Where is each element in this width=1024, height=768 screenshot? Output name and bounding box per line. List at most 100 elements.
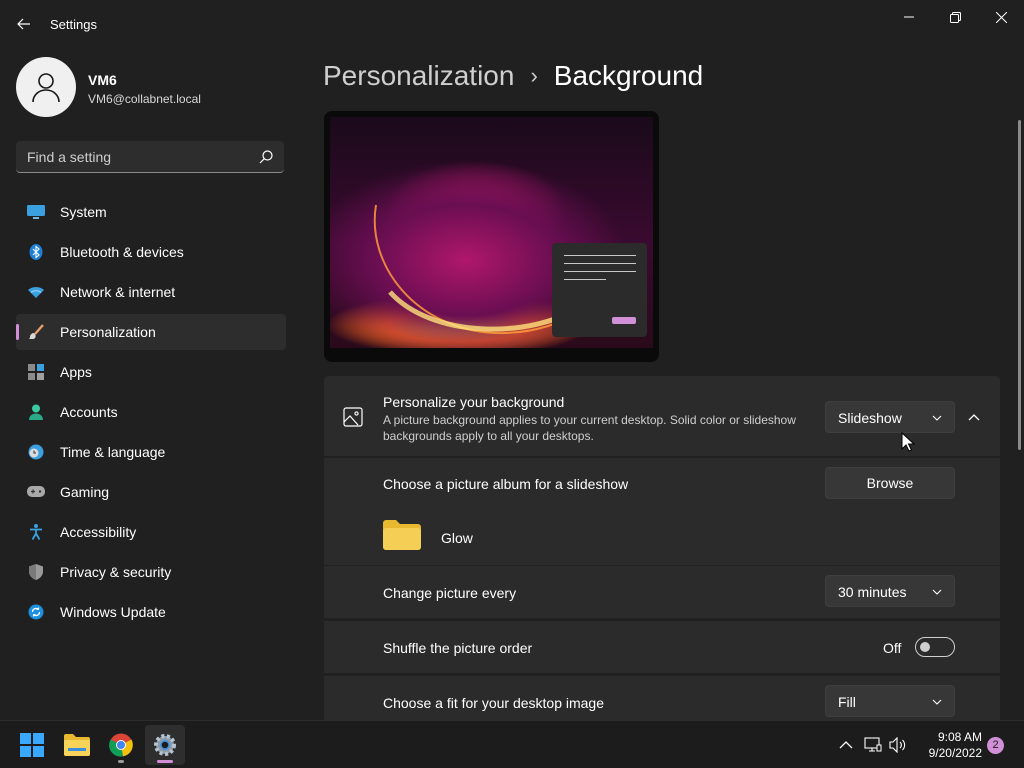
sidebar-item-apps[interactable]: Apps bbox=[16, 354, 286, 390]
chrome-button[interactable] bbox=[101, 725, 141, 765]
user-profile[interactable]: VM6 VM6@collabnet.local bbox=[16, 56, 286, 118]
search-box[interactable] bbox=[16, 141, 284, 173]
clock-time: 9:08 AM bbox=[937, 730, 982, 744]
sidebar-nav: System Bluetooth & devices Network & int… bbox=[16, 194, 286, 634]
settings-icon bbox=[154, 734, 176, 756]
fit-row: Choose a fit for your desktop image Fill bbox=[324, 676, 1000, 720]
monitor-icon bbox=[27, 204, 45, 220]
breadcrumb: Personalization › Background bbox=[323, 58, 703, 94]
sidebar-item-label: Time & language bbox=[60, 444, 166, 460]
shuffle-row: Shuffle the picture order Off bbox=[324, 621, 1000, 673]
person-icon bbox=[32, 73, 60, 103]
chevron-down-icon bbox=[932, 589, 942, 595]
background-type-dropdown[interactable]: Slideshow bbox=[825, 401, 955, 433]
sidebar-item-gaming[interactable]: Gaming bbox=[16, 474, 286, 510]
close-icon bbox=[995, 11, 1007, 23]
taskbar: 9:08 AM 9/20/2022 2 bbox=[0, 720, 1024, 768]
restore-button[interactable] bbox=[933, 4, 977, 30]
sidebar-item-label: Gaming bbox=[60, 484, 110, 500]
person-icon bbox=[27, 404, 45, 420]
sidebar-item-label: Privacy & security bbox=[60, 564, 172, 580]
personalize-background-card: Personalize your background A picture ba… bbox=[324, 376, 1000, 456]
title-bar: Settings bbox=[0, 0, 1024, 48]
chevron-down-icon bbox=[932, 699, 942, 705]
slideshow-album-section: Choose a picture album for a slideshow B… bbox=[324, 458, 1000, 565]
chrome-icon bbox=[109, 733, 133, 757]
breadcrumb-separator: › bbox=[530, 63, 538, 88]
shuffle-label: Shuffle the picture order bbox=[383, 640, 533, 656]
sidebar-item-label: Accounts bbox=[60, 404, 118, 420]
search-icon[interactable] bbox=[258, 149, 274, 165]
notification-badge[interactable]: 2 bbox=[987, 737, 1004, 754]
profile-name: VM6 bbox=[88, 72, 117, 88]
sidebar-item-network[interactable]: Network & internet bbox=[16, 274, 286, 310]
sidebar-item-personalization[interactable]: Personalization bbox=[16, 314, 286, 350]
mouse-cursor-icon bbox=[901, 432, 915, 452]
search-input[interactable] bbox=[16, 141, 252, 172]
show-hidden-icons-button[interactable] bbox=[836, 735, 856, 755]
start-button[interactable] bbox=[12, 725, 52, 765]
sidebar-item-label: Bluetooth & devices bbox=[60, 244, 184, 260]
chevron-up-icon bbox=[839, 741, 853, 749]
sidebar-item-label: Accessibility bbox=[60, 524, 137, 540]
file-explorer-button[interactable] bbox=[57, 725, 97, 765]
sidebar-item-privacy-security[interactable]: Privacy & security bbox=[16, 554, 286, 590]
profile-email: VM6@collabnet.local bbox=[88, 92, 201, 106]
network-tray-button[interactable] bbox=[863, 735, 883, 755]
sidebar-item-accounts[interactable]: Accounts bbox=[16, 394, 286, 430]
sidebar-item-time-language[interactable]: Time & language bbox=[16, 434, 286, 470]
volume-icon bbox=[889, 737, 906, 753]
brush-icon bbox=[27, 324, 45, 340]
network-icon bbox=[864, 737, 882, 752]
minimize-button[interactable] bbox=[887, 4, 931, 30]
sidebar-item-label: Personalization bbox=[60, 324, 156, 340]
avatar bbox=[16, 57, 76, 117]
bluetooth-icon bbox=[27, 244, 45, 260]
wallpaper-preview-image bbox=[330, 117, 653, 348]
desktop-preview bbox=[324, 111, 659, 362]
restore-icon bbox=[949, 11, 961, 23]
album-folder-name: Glow bbox=[441, 530, 473, 546]
breadcrumb-parent[interactable]: Personalization bbox=[323, 60, 514, 92]
folder-icon bbox=[383, 520, 421, 550]
clock[interactable]: 9:08 AM 9/20/2022 bbox=[912, 729, 982, 761]
dropdown-value: Slideshow bbox=[838, 410, 902, 426]
settings-button[interactable] bbox=[145, 725, 185, 765]
arrow-left-icon bbox=[17, 18, 30, 30]
shield-icon bbox=[27, 564, 45, 580]
sidebar-item-label: Network & internet bbox=[60, 284, 176, 300]
image-icon bbox=[343, 407, 363, 427]
chevron-up-icon[interactable] bbox=[964, 409, 984, 425]
start-icon bbox=[20, 733, 44, 757]
back-button[interactable] bbox=[12, 12, 36, 36]
scrollbar[interactable] bbox=[1018, 120, 1021, 450]
apps-icon bbox=[27, 364, 45, 380]
sidebar-item-label: System bbox=[60, 204, 107, 220]
app-title: Settings bbox=[50, 17, 97, 32]
change-picture-dropdown[interactable]: 30 minutes bbox=[825, 575, 955, 607]
browse-button[interactable]: Browse bbox=[825, 467, 955, 499]
page-title: Background bbox=[553, 60, 704, 91]
sidebar-item-system[interactable]: System bbox=[16, 194, 286, 230]
file-explorer-icon bbox=[64, 734, 90, 756]
sidebar-item-accessibility[interactable]: Accessibility bbox=[16, 514, 286, 550]
sidebar-item-label: Apps bbox=[60, 364, 92, 380]
globe-clock-icon bbox=[27, 444, 45, 460]
album-label: Choose a picture album for a slideshow bbox=[383, 476, 629, 492]
sidebar-item-bluetooth[interactable]: Bluetooth & devices bbox=[16, 234, 286, 270]
fit-dropdown[interactable]: Fill bbox=[825, 685, 955, 717]
clock-date: 9/20/2022 bbox=[928, 746, 982, 760]
update-icon bbox=[27, 604, 45, 620]
personalize-title: Personalize your background bbox=[383, 394, 565, 410]
sidebar-item-windows-update[interactable]: Windows Update bbox=[16, 594, 286, 630]
close-button[interactable] bbox=[979, 4, 1023, 30]
shuffle-toggle[interactable] bbox=[915, 637, 955, 657]
volume-tray-button[interactable] bbox=[888, 735, 908, 755]
fit-label: Choose a fit for your desktop image bbox=[383, 695, 605, 711]
change-picture-label: Change picture every bbox=[383, 585, 517, 601]
dropdown-value: 30 minutes bbox=[838, 584, 907, 600]
gamepad-icon bbox=[27, 484, 45, 500]
change-picture-row: Change picture every 30 minutes bbox=[324, 566, 1000, 618]
minimize-icon bbox=[904, 16, 914, 18]
chevron-down-icon bbox=[932, 415, 942, 421]
